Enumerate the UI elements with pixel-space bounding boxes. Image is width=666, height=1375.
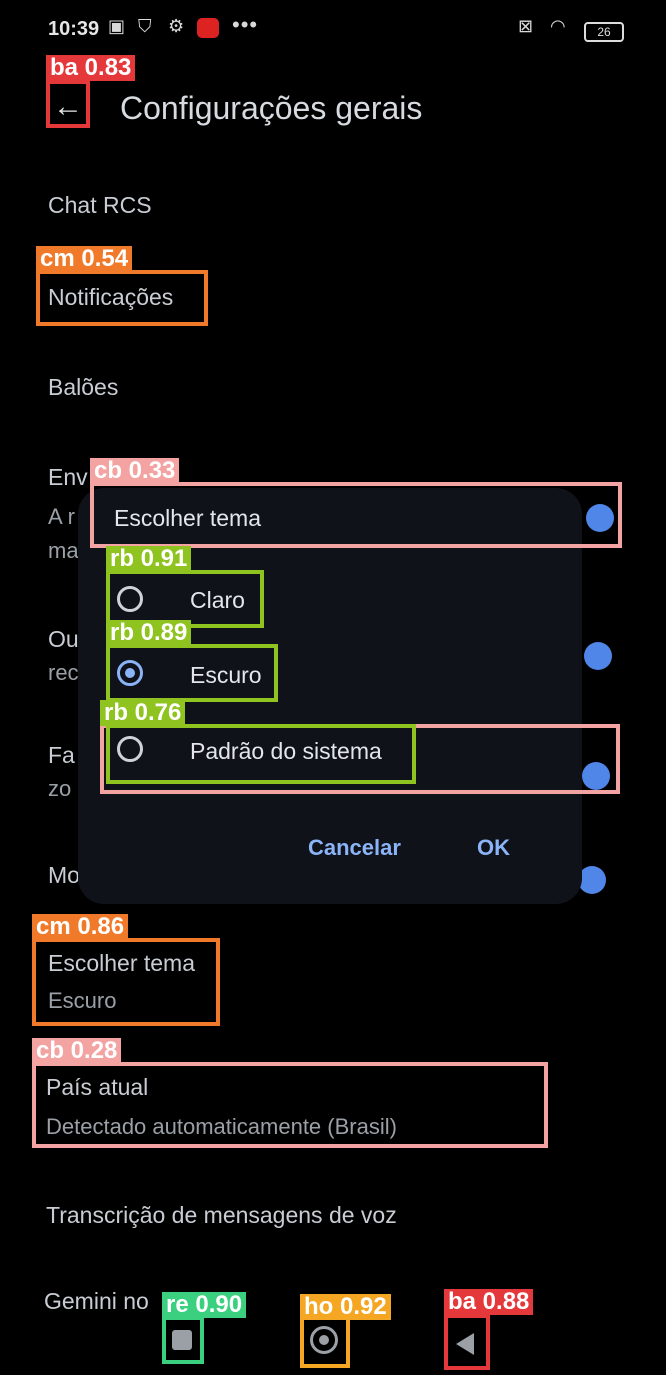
detection-label: cm 0.86 [32,914,129,940]
wifi-icon: ◠ [550,16,566,36]
app-notification-icon [197,18,219,43]
detection-label: rb 0.89 [106,620,192,646]
detection-box [444,1314,490,1370]
detection-box [90,482,622,548]
detection-box [162,1316,204,1364]
detection-label: cm 0.54 [36,246,133,272]
setting-partial-env[interactable]: Env [48,464,88,491]
setting-partial-rec: rec [48,660,79,685]
detection-box [106,724,416,784]
detection-label: cb 0.28 [32,1038,122,1064]
nfc-icon: ▣ [108,16,126,36]
shield-icon: ⛉ [138,16,152,36]
setting-partial-desc-1: A r [48,504,75,529]
page-title: Configurações gerais [120,90,423,126]
detection-label: ho 0.92 [300,1294,391,1320]
toggle-switch[interactable] [584,642,612,670]
detection-box [46,80,90,128]
setting-bubbles[interactable]: Balões [48,374,118,401]
detection-label: ba 0.88 [444,1289,534,1315]
silent-icon: ⊠ [518,16,534,36]
ok-button[interactable]: OK [477,835,510,861]
detection-label: cb 0.33 [90,458,180,484]
detection-label: ba 0.83 [46,55,136,81]
detection-box [32,938,220,1026]
setting-gemini-partial[interactable]: Gemini no [44,1288,149,1315]
setting-partial-ou[interactable]: Ou [48,626,79,653]
cancel-button[interactable]: Cancelar [308,835,401,861]
detection-label: rb 0.76 [100,700,186,726]
gear-icon: ⚙ [168,16,185,36]
status-time: 10:39 [48,18,100,40]
setting-partial-desc-2: ma [48,538,79,563]
toggle-switch[interactable] [578,866,606,894]
detection-label: re 0.90 [162,1292,247,1318]
detection-box [106,644,278,702]
setting-voice-transcription[interactable]: Transcrição de mensagens de voz [46,1202,397,1229]
detection-box [300,1316,350,1368]
battery-icon: 26 [584,22,624,42]
setting-partial-zo: zo [48,776,72,801]
setting-chat-rcs[interactable]: Chat RCS [48,192,152,219]
detection-label: rb 0.91 [106,546,192,572]
detection-box [32,1062,548,1148]
setting-partial-mo[interactable]: Mo [48,862,80,889]
more-notifications-icon: ••• [232,12,259,37]
setting-partial-fa[interactable]: Fa [48,742,75,769]
detection-box [36,270,208,326]
